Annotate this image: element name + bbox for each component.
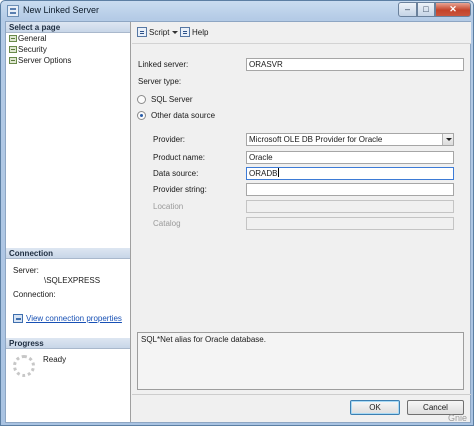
other-data-source-option-label: Other data source [151,111,216,120]
minimize-button[interactable]: – [398,2,417,17]
page-icon [9,35,17,42]
connection-properties-icon [13,314,23,323]
data-source-value: ORADB [249,169,278,178]
page-icon [9,57,17,64]
chevron-down-icon[interactable] [172,31,179,34]
server-value: \SQLEXPRESS [44,276,101,285]
page-item-general[interactable]: General [9,34,46,44]
catalog-input [246,217,454,230]
server-type-label: Server type: [138,77,182,86]
page-item-label: Server Options [18,56,72,65]
text-cursor [278,168,280,177]
linked-server-label: Linked server: [138,60,189,69]
script-icon [137,27,147,37]
provider-string-label: Provider string: [153,185,207,194]
title-bar[interactable]: New Linked Server – □ ✕ [1,1,473,21]
script-label: Script [149,28,170,37]
location-label: Location [153,202,184,211]
help-label: Help [192,28,209,37]
provider-description: SQL*Net alias for Oracle database. [137,332,464,390]
provider-select[interactable]: Microsoft OLE DB Provider for Oracle [246,133,454,146]
page-item-label: Security [18,45,47,54]
provider-selected-value: Microsoft OLE DB Provider for Oracle [249,135,383,144]
window-title: New Linked Server [23,5,100,15]
provider-label: Provider: [153,135,186,144]
product-name-label: Product name: [153,153,206,162]
connection-header: Connection [6,248,130,259]
other-data-source-radio[interactable] [137,111,146,120]
view-connection-properties-link[interactable]: View connection properties [26,314,122,323]
close-button[interactable]: ✕ [435,2,471,17]
page-item-server-options[interactable]: Server Options [9,56,71,66]
data-source-label: Data source: [153,169,199,178]
footer-divider [132,394,471,395]
provider-string-input[interactable] [246,183,454,196]
select-page-header: Select a page [6,22,130,33]
server-label: Server: [13,266,39,275]
sql-server-radio[interactable] [137,95,146,104]
ok-button[interactable]: OK [350,400,400,415]
left-pane: Select a page General Security Server Op… [6,22,131,422]
data-source-input[interactable]: ORADB [246,167,454,180]
page-item-security[interactable]: Security [9,45,47,55]
window-app-icon [7,5,19,17]
dialog-window: New Linked Server – □ ✕ Select a page Ge… [0,0,474,426]
progress-status: Ready [43,355,67,364]
watermark: Gnie [448,413,468,423]
help-button[interactable]: Help [180,27,208,38]
connection-label: Connection: [13,290,56,299]
page-item-label: General [18,34,47,43]
linked-server-input[interactable]: ORASVR [246,58,464,71]
sql-server-option-label: SQL Server [151,95,193,104]
toolbar: Script Help [132,22,471,44]
product-name-input[interactable]: Oracle [246,151,454,164]
progress-spinner-icon [13,355,35,377]
script-button[interactable]: Script [137,27,179,38]
page-icon [9,46,17,53]
dialog-client-area: Select a page General Security Server Op… [5,21,471,423]
chevron-down-icon[interactable] [442,134,453,145]
help-icon [180,27,190,37]
progress-header: Progress [6,338,130,349]
catalog-label: Catalog [153,219,181,228]
maximize-button[interactable]: □ [417,2,435,17]
location-input [246,200,454,213]
